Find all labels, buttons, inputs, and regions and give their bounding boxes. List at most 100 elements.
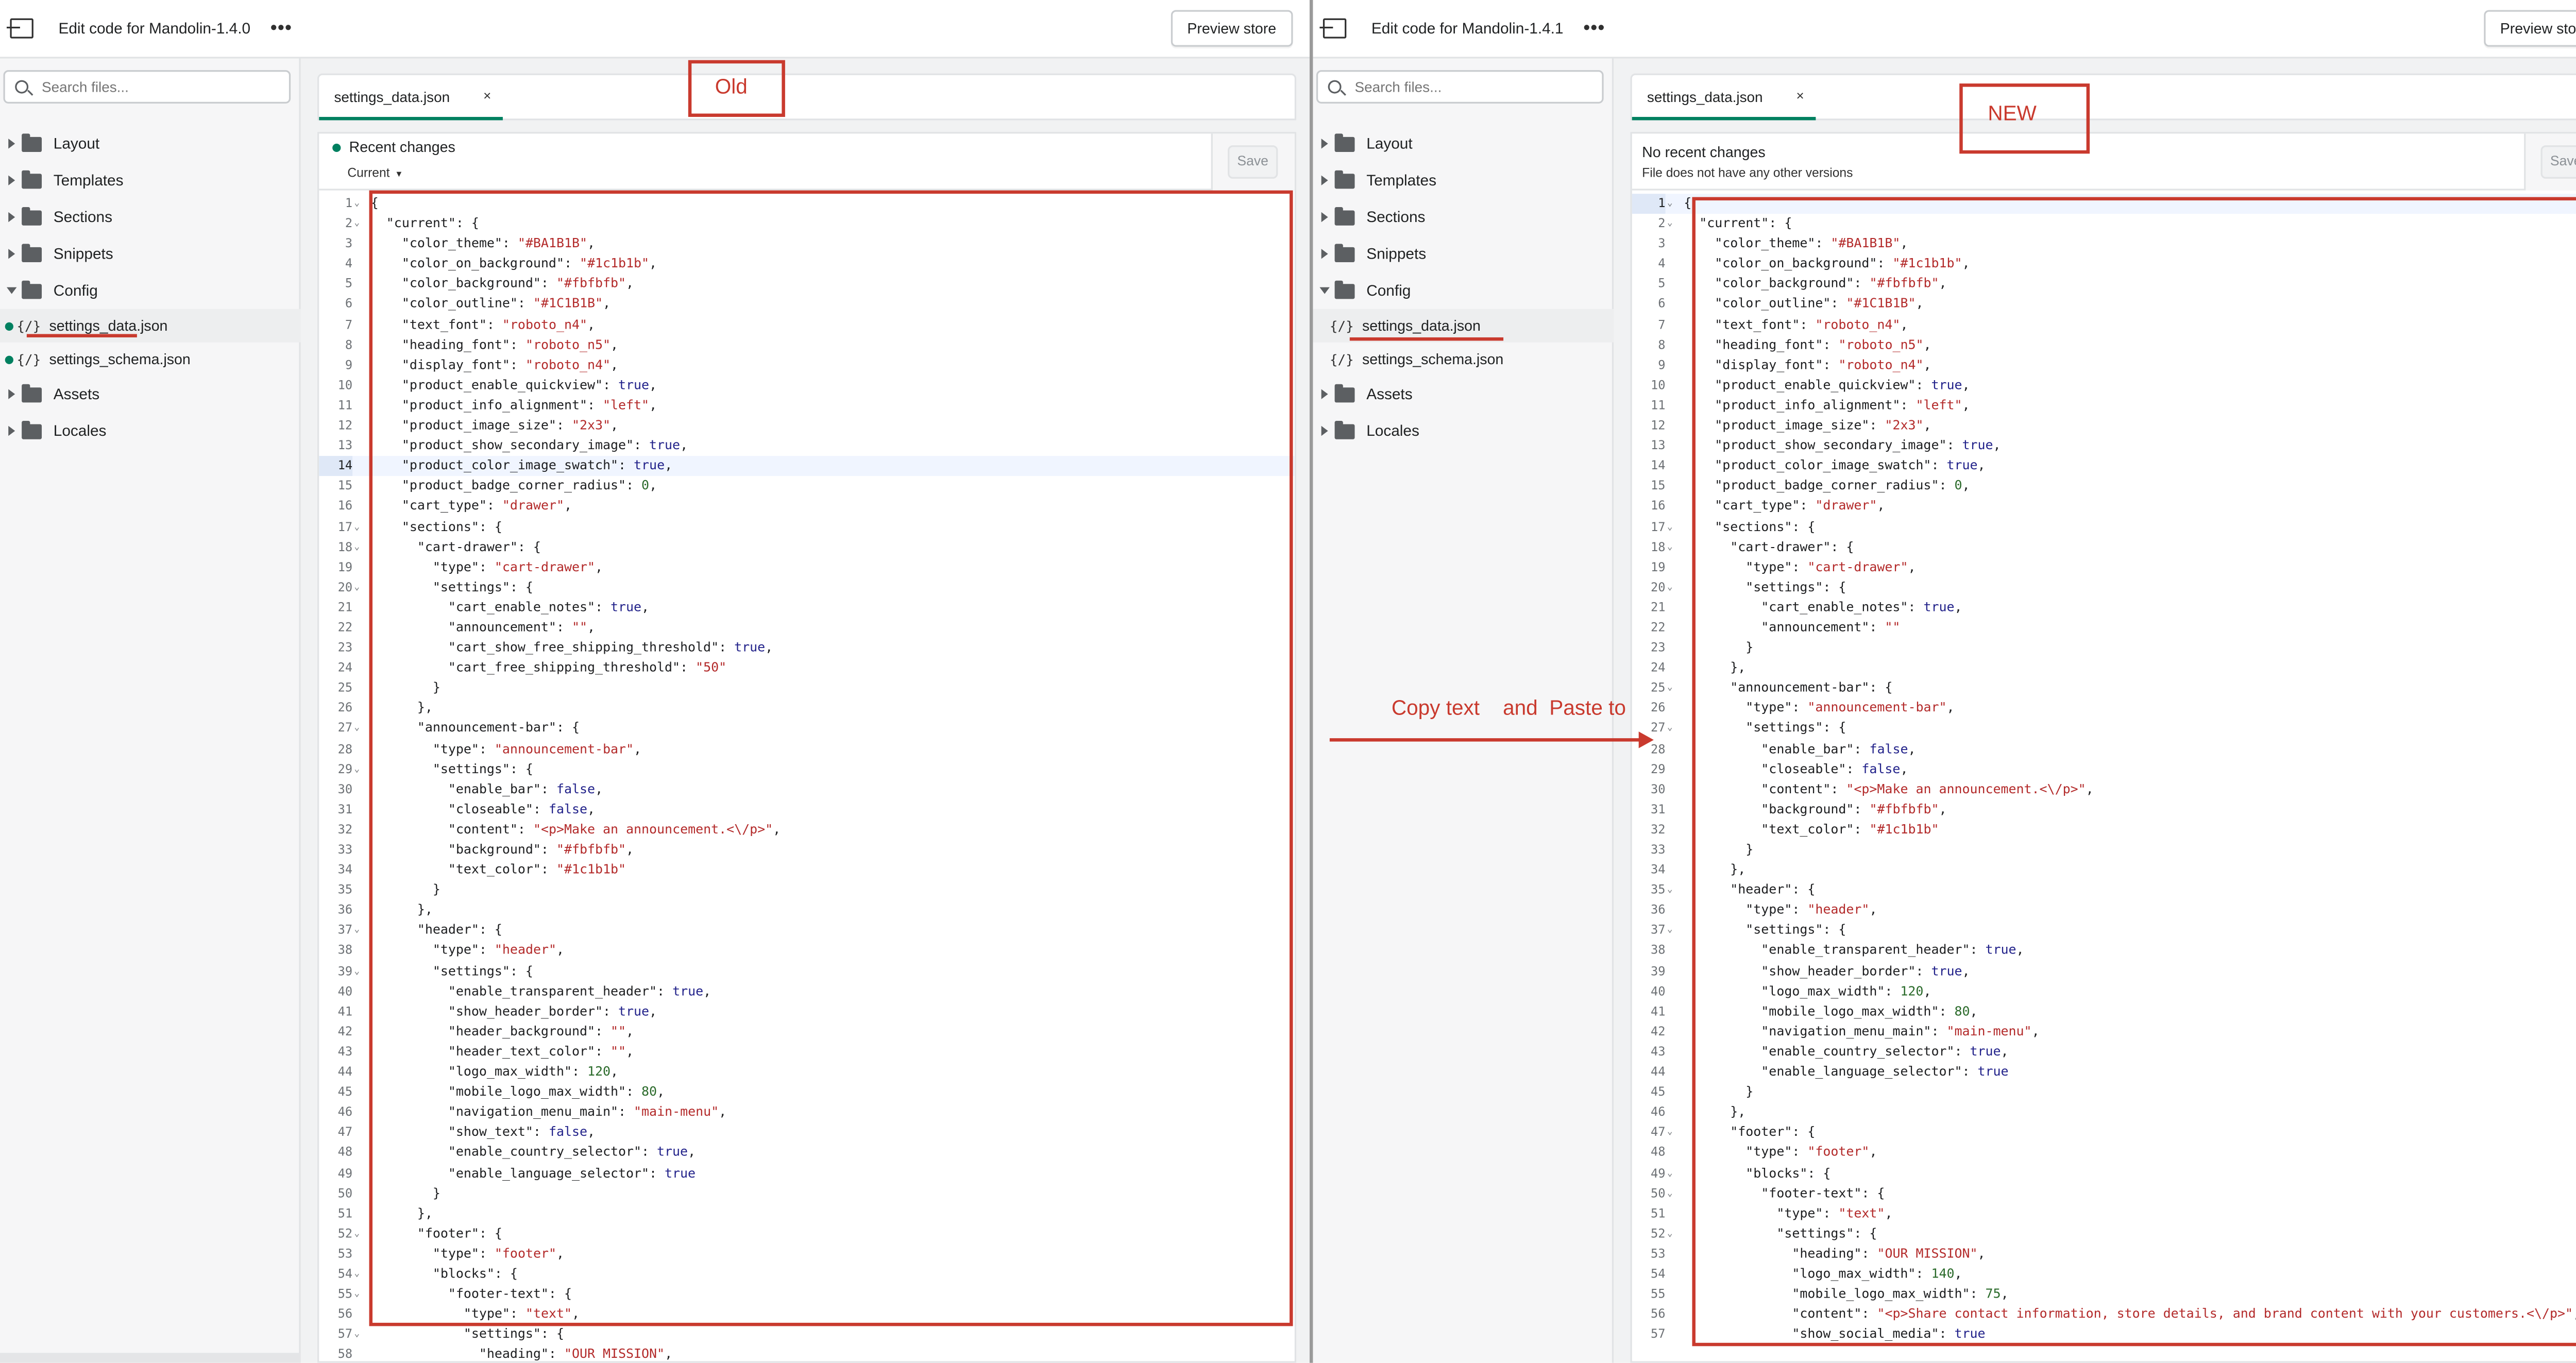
save-button[interactable]: Save — [1228, 145, 1278, 179]
folder-icon — [22, 420, 42, 439]
folder-layout[interactable]: Layout — [1313, 125, 1614, 162]
folder-locales[interactable]: Locales — [0, 413, 301, 449]
arrow-line — [1329, 738, 1640, 742]
line-number: 22 — [337, 619, 353, 635]
fold-icon[interactable]: ⌄ — [354, 961, 360, 981]
code-line[interactable]: 58 "heading": "OUR MISSION", — [319, 1345, 1295, 1361]
fold-icon[interactable]: ⌄ — [354, 214, 360, 234]
fold-icon[interactable]: ⌄ — [1667, 880, 1673, 900]
folder-snippets[interactable]: Snippets — [0, 235, 301, 272]
line-number: 54 — [337, 1266, 353, 1281]
search-input[interactable] — [42, 78, 276, 95]
fold-icon[interactable]: ⌄ — [354, 759, 360, 779]
line-number: 36 — [337, 902, 353, 917]
folder-sections[interactable]: Sections — [1313, 199, 1614, 235]
folder-locales[interactable]: Locales — [1313, 413, 1614, 449]
folder-config[interactable]: Config — [1313, 272, 1614, 309]
save-area: Save — [2524, 133, 2576, 191]
fold-icon[interactable]: ⌄ — [354, 1325, 360, 1345]
folder-snippets[interactable]: Snippets — [1313, 235, 1614, 272]
folder-config[interactable]: Config — [0, 272, 301, 309]
editor-window-new: Edit code for Mandolin-1.4.1 ••• Preview… — [1313, 0, 2576, 1363]
line-number: 26 — [337, 700, 353, 715]
fold-icon[interactable]: ⌄ — [1667, 921, 1673, 941]
close-icon[interactable]: × — [483, 89, 491, 104]
annotation-box-code-old — [369, 190, 1293, 1326]
line-number: 30 — [1651, 781, 1666, 796]
version-history: Recent changes Current ▾ Save — [319, 133, 1295, 191]
json-file-icon: {/} — [16, 318, 41, 333]
horizontal-scrollbar[interactable] — [0, 1353, 301, 1363]
fold-icon[interactable]: ⌄ — [354, 921, 360, 941]
line-number: 5 — [345, 276, 353, 292]
line-number: 39 — [337, 963, 353, 978]
fold-icon[interactable]: ⌄ — [354, 1224, 360, 1244]
folder-label: Config — [1366, 282, 1411, 299]
preview-store-button[interactable]: Preview store — [1170, 10, 1293, 47]
fold-icon[interactable]: ⌄ — [1667, 577, 1673, 598]
file-settings-schema[interactable]: {/} settings_schema.json — [0, 343, 301, 376]
chevron-right-icon — [1321, 249, 1328, 259]
line-number: 48 — [337, 1145, 353, 1160]
fold-icon[interactable]: ⌄ — [354, 194, 360, 214]
fold-icon[interactable]: ⌄ — [354, 1285, 360, 1305]
line-number: 1 — [345, 195, 353, 211]
fold-icon[interactable]: ⌄ — [1667, 1224, 1673, 1244]
folder-templates[interactable]: Templates — [0, 162, 301, 199]
code-line[interactable]: 57 ⌄ "settings": { — [319, 1325, 1295, 1345]
line-number: 41 — [1651, 1003, 1666, 1018]
line-number: 2 — [345, 215, 353, 231]
fold-icon[interactable]: ⌄ — [1667, 1183, 1673, 1203]
exit-icon[interactable] — [6, 18, 33, 39]
folder-assets[interactable]: Assets — [0, 376, 301, 413]
tab-settings-data[interactable]: settings_data.json × — [319, 75, 503, 121]
more-actions-button[interactable]: ••• — [270, 19, 292, 39]
top-bar: Edit code for Mandolin-1.4.1 ••• Preview… — [1313, 0, 2576, 59]
folder-label: Snippets — [53, 245, 113, 263]
json-file-icon: {/} — [1329, 351, 1354, 367]
search-input[interactable] — [1354, 78, 1589, 95]
more-actions-button[interactable]: ••• — [1583, 19, 1605, 39]
fold-icon[interactable]: ⌄ — [1667, 678, 1673, 698]
fold-icon[interactable]: ⌄ — [354, 517, 360, 537]
preview-store-button[interactable]: Preview store — [2483, 10, 2576, 47]
exit-icon[interactable] — [1319, 18, 1347, 39]
fold-icon[interactable]: ⌄ — [354, 577, 360, 598]
close-icon[interactable]: × — [1797, 89, 1804, 104]
line-number: 22 — [1651, 619, 1666, 635]
line-number: 20 — [337, 579, 353, 594]
line-number: 39 — [1651, 963, 1666, 978]
tab-settings-data[interactable]: settings_data.json × — [1632, 75, 1816, 121]
folder-label: Snippets — [1366, 245, 1427, 263]
folder-layout[interactable]: Layout — [0, 125, 301, 162]
fold-icon[interactable]: ⌄ — [1667, 719, 1673, 739]
line-number: 6 — [1658, 296, 1666, 312]
file-sidebar: Layout Templates Sections Snippets Confi… — [0, 58, 301, 1363]
folder-icon — [22, 169, 42, 188]
folder-assets[interactable]: Assets — [1313, 376, 1614, 413]
fold-icon[interactable]: ⌄ — [354, 537, 360, 557]
search-box[interactable] — [3, 70, 291, 104]
folder-sections[interactable]: Sections — [0, 199, 301, 235]
fold-icon[interactable]: ⌄ — [1667, 1163, 1673, 1183]
folder-templates[interactable]: Templates — [1313, 162, 1614, 199]
changed-dot-icon — [5, 321, 13, 330]
line-number: 11 — [1651, 397, 1666, 413]
line-number: 23 — [337, 640, 353, 655]
fold-icon[interactable]: ⌄ — [1667, 194, 1673, 214]
save-button[interactable]: Save — [2540, 145, 2576, 179]
fold-icon[interactable]: ⌄ — [1667, 1123, 1673, 1143]
folder-label: Layout — [53, 135, 100, 152]
fold-icon[interactable]: ⌄ — [1667, 517, 1673, 537]
version-select[interactable]: Current ▾ — [347, 165, 401, 180]
line-number: 55 — [1651, 1286, 1666, 1301]
fold-icon[interactable]: ⌄ — [354, 719, 360, 739]
chevron-right-icon — [8, 389, 15, 399]
line-number: 32 — [337, 821, 353, 837]
file-settings-schema[interactable]: {/} settings_schema.json — [1313, 343, 1614, 376]
line-number: 35 — [337, 882, 353, 897]
fold-icon[interactable]: ⌄ — [1667, 537, 1673, 557]
fold-icon[interactable]: ⌄ — [354, 1264, 360, 1284]
fold-icon[interactable]: ⌄ — [1667, 214, 1673, 234]
search-box[interactable] — [1316, 70, 1604, 104]
